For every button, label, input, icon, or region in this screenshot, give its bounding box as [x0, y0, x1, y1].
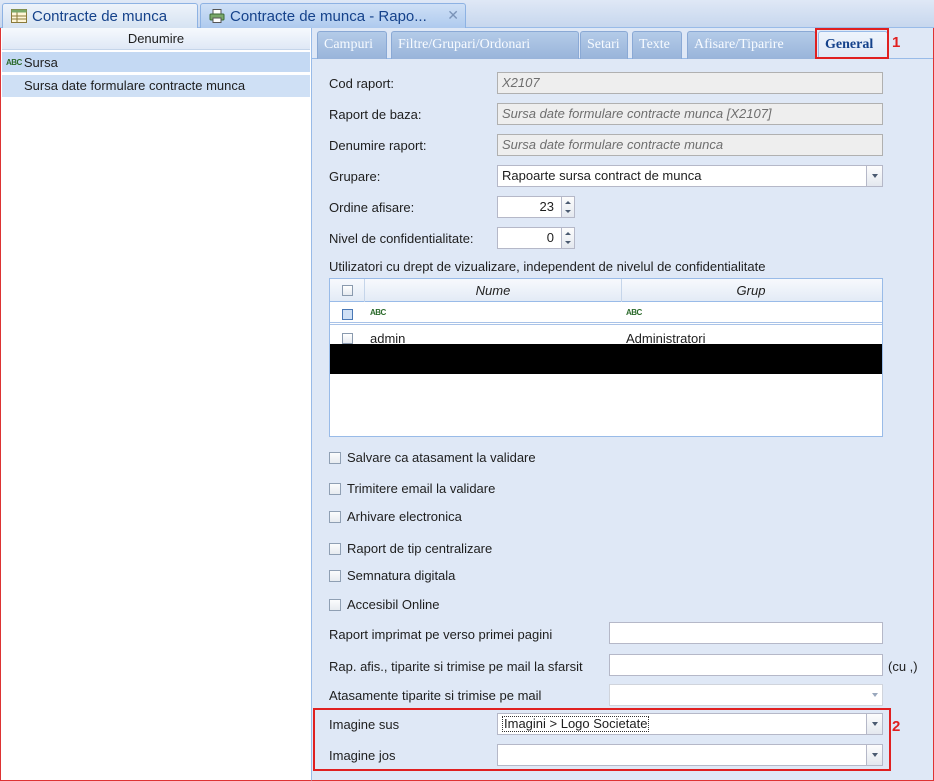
tab-contracte-de-munca-rapoarte[interactable]: Contracte de munca - Rapo... ✕	[200, 3, 466, 28]
general-tab-highlight	[815, 28, 889, 59]
denumire-raport-label: Denumire raport:	[329, 138, 427, 153]
checkbox-label: Semnatura digitala	[347, 568, 456, 583]
tab-label: Contracte de munca - Rapo...	[230, 7, 427, 25]
imagine-jos-label: Imagine jos	[329, 748, 396, 763]
checkbox-label: Trimitere email la validare	[347, 481, 496, 496]
row-checkbox[interactable]	[342, 333, 353, 344]
ordine-afisare-stepper[interactable]: 23	[497, 196, 575, 218]
tab-texte[interactable]: Texte	[632, 31, 682, 59]
imagine-sus-label: Imagine sus	[329, 717, 400, 732]
option-raport-centralizare[interactable]: Raport de tip centralizare	[329, 541, 492, 556]
cell-grup: Administratori	[626, 331, 706, 345]
cod-raport-label: Cod raport:	[329, 76, 395, 91]
sfarsit-field[interactable]	[609, 654, 883, 676]
grupare-value: Rapoarte sursa contract de munca	[502, 168, 702, 183]
checkbox[interactable]	[329, 510, 341, 523]
separator-hint: (cu ,)	[888, 659, 918, 674]
denumire-column-header[interactable]: Denumire	[2, 28, 310, 50]
cell-nume: admin	[370, 331, 406, 345]
tab-filtre-grupari-ordonari[interactable]: Filtre/Grupari/Ordonari	[391, 31, 579, 59]
verso-field[interactable]	[609, 622, 883, 644]
spinner-arrows-icon[interactable]	[561, 228, 574, 248]
nivel-confidentialitate-label: Nivel de confidentialitate:	[329, 231, 474, 246]
select-all-checkbox[interactable]	[342, 285, 353, 296]
grid-header: Nume Grup	[330, 279, 882, 302]
chevron-down-icon[interactable]	[866, 714, 882, 734]
imagine-sus-combo[interactable]: Imagini > Logo Societate	[497, 713, 883, 735]
nivel-confidentialitate-value: 0	[546, 230, 554, 245]
option-accesibil-online[interactable]: Accesibil Online	[329, 597, 440, 612]
users-grid: Nume Grup ABC ABC admin Administratori	[329, 278, 883, 437]
report-settings-panel: Campuri Filtre/Grupari/Ordonari Setari T…	[312, 28, 934, 781]
tab-label: Contracte de munca	[32, 7, 168, 25]
text-field-icon: ABC	[6, 57, 22, 67]
close-icon[interactable]: ✕	[447, 7, 459, 24]
list-item[interactable]: Sursa date formulare contracte munca	[2, 75, 310, 97]
checkbox-label: Arhivare electronica	[347, 509, 462, 524]
column-header-grup[interactable]: Grup	[622, 279, 880, 302]
checkbox[interactable]	[329, 482, 341, 495]
option-arhivare-electronica[interactable]: Arhivare electronica	[329, 509, 462, 524]
checkbox-label: Salvare ca atasament la validare	[347, 450, 536, 465]
annotation-marker-1: 1	[892, 34, 901, 51]
document-tab-strip: Contracte de munca Contracte de munca - …	[0, 0, 934, 28]
option-salvare-atasament[interactable]: Salvare ca atasament la validare	[329, 450, 536, 465]
text-filter-icon[interactable]: ABC	[626, 308, 642, 317]
group-label: Sursa	[23, 54, 58, 70]
checkbox[interactable]	[329, 542, 341, 555]
tab-setari[interactable]: Setari	[580, 31, 628, 59]
raport-de-baza-field: Sursa date formulare contracte munca [X2…	[497, 103, 883, 125]
table-row[interactable]: admin Administratori	[330, 329, 882, 345]
imagine-jos-combo[interactable]	[497, 744, 883, 766]
chevron-down-icon[interactable]	[866, 745, 882, 765]
utilizatori-label: Utilizatori cu drept de vizualizare, ind…	[329, 259, 766, 274]
tab-afisare-tiparire[interactable]: Afisare/Tiparire	[687, 31, 816, 59]
checkbox[interactable]	[329, 569, 341, 582]
option-semnatura-digitala[interactable]: Semnatura digitala	[329, 568, 455, 583]
grupare-label: Grupare:	[329, 169, 381, 184]
cod-raport-field: X2107	[497, 72, 883, 94]
annotation-marker-2: 2	[892, 718, 901, 735]
chevron-down-icon[interactable]	[866, 685, 882, 705]
filter-icon[interactable]	[342, 309, 353, 320]
group-row-sursa[interactable]: ABC Sursa	[2, 52, 310, 72]
chevron-down-icon[interactable]	[866, 166, 882, 186]
tab-contracte-de-munca[interactable]: Contracte de munca	[2, 3, 198, 28]
checkbox[interactable]	[329, 451, 341, 464]
report-source-panel: Denumire ABC Sursa Sursa date formulare …	[0, 28, 312, 781]
imagine-sus-value: Imagini > Logo Societate	[502, 716, 650, 732]
ordine-afisare-label: Ordine afisare:	[329, 200, 415, 215]
option-trimitere-email[interactable]: Trimitere email la validare	[329, 481, 495, 496]
denumire-raport-field: Sursa date formulare contracte munca	[497, 134, 883, 156]
text-filter-icon[interactable]: ABC	[370, 308, 386, 317]
atasamente-combo[interactable]	[609, 684, 883, 706]
printer-icon	[209, 9, 225, 23]
column-header-nume[interactable]: Nume	[365, 279, 621, 302]
checkbox-label: Accesibil Online	[347, 597, 440, 612]
checkbox[interactable]	[329, 598, 341, 611]
grupare-combo[interactable]: Rapoarte sursa contract de munca	[497, 165, 883, 187]
table-icon	[11, 9, 27, 23]
verso-label: Raport imprimat pe verso primei pagini	[329, 627, 553, 642]
spinner-arrows-icon[interactable]	[561, 197, 574, 217]
redaction-bar	[330, 344, 882, 374]
raport-de-baza-label: Raport de baza:	[329, 107, 422, 122]
tab-campuri[interactable]: Campuri	[317, 31, 387, 59]
ordine-afisare-value: 23	[539, 199, 554, 214]
atasamente-label: Atasamente tiparite si trimise pe mail	[329, 688, 542, 703]
sfarsit-label: Rap. afis., tiparite si trimise pe mail …	[329, 659, 583, 674]
checkbox-label: Raport de tip centralizare	[347, 541, 493, 556]
nivel-confidentialitate-stepper[interactable]: 0	[497, 227, 575, 249]
grid-filter-row: ABC ABC	[330, 303, 882, 325]
